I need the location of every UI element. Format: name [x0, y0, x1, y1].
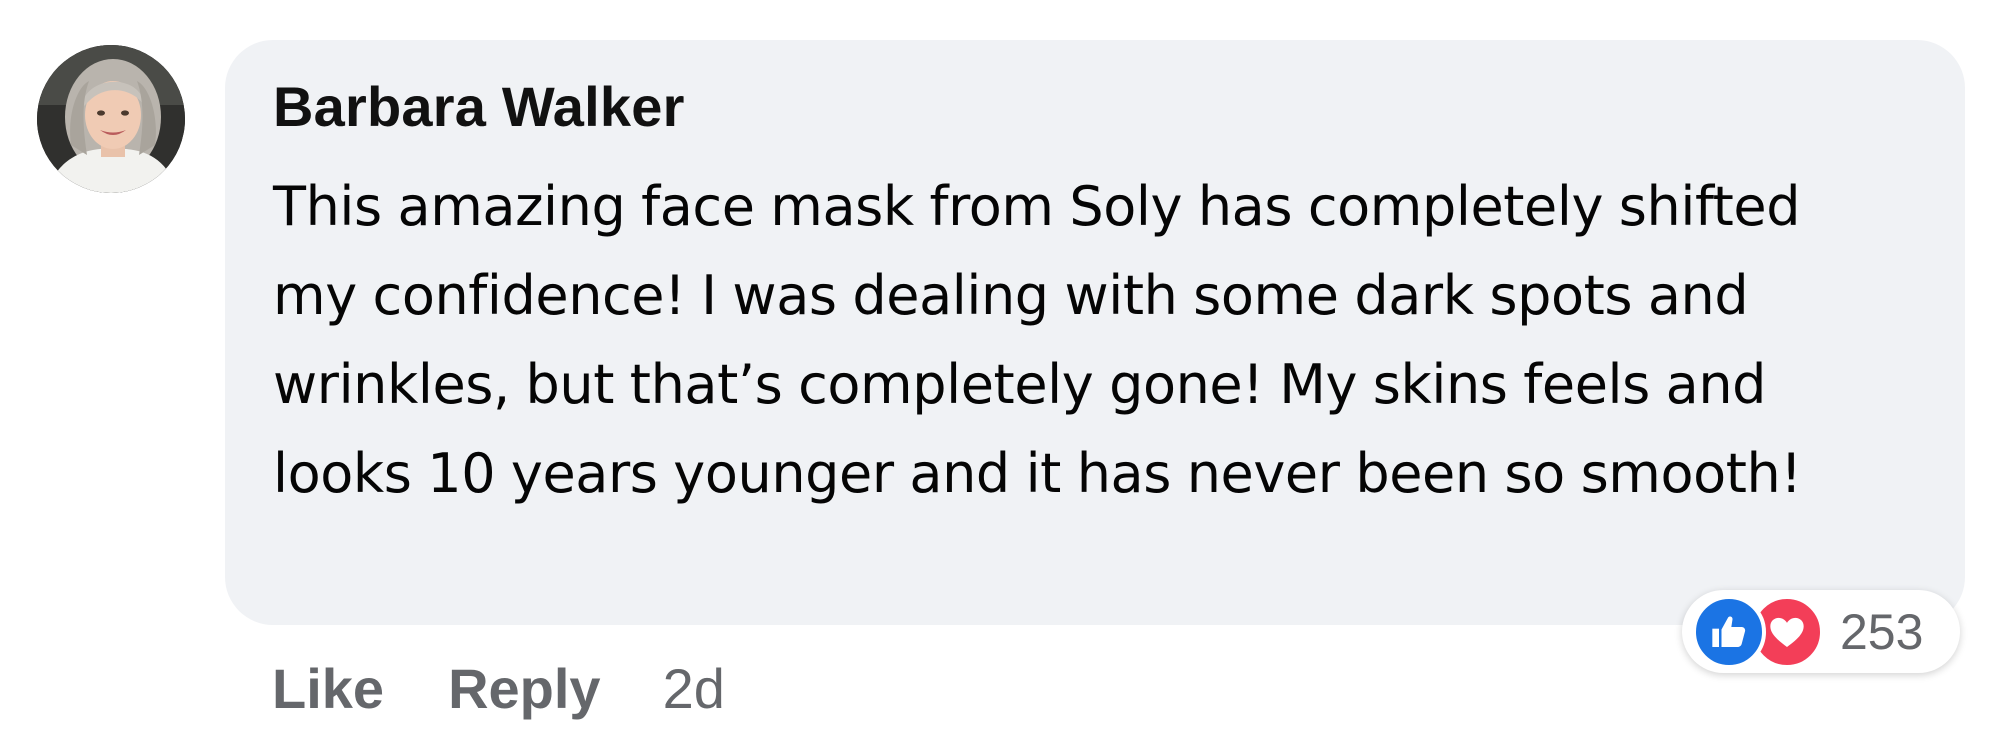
like-button[interactable]: Like — [272, 656, 384, 721]
comment-timestamp[interactable]: 2d — [663, 656, 725, 721]
avatar[interactable] — [37, 45, 185, 193]
reactions-summary[interactable]: 253 — [1682, 590, 1960, 673]
comment-actions: Like Reply 2d — [272, 648, 725, 728]
comment-author[interactable]: Barbara Walker — [273, 66, 1925, 148]
comment-bubble: Barbara Walker This amazing face mask fr… — [225, 40, 1965, 625]
comment-text: This amazing face mask from Soly has com… — [273, 175, 1802, 505]
reply-button[interactable]: Reply — [448, 656, 601, 721]
profile-photo-icon — [37, 45, 185, 193]
comment: Barbara Walker This amazing face mask fr… — [0, 0, 2000, 752]
reaction-count: 253 — [1840, 603, 1924, 660]
like-icon — [1692, 594, 1766, 669]
